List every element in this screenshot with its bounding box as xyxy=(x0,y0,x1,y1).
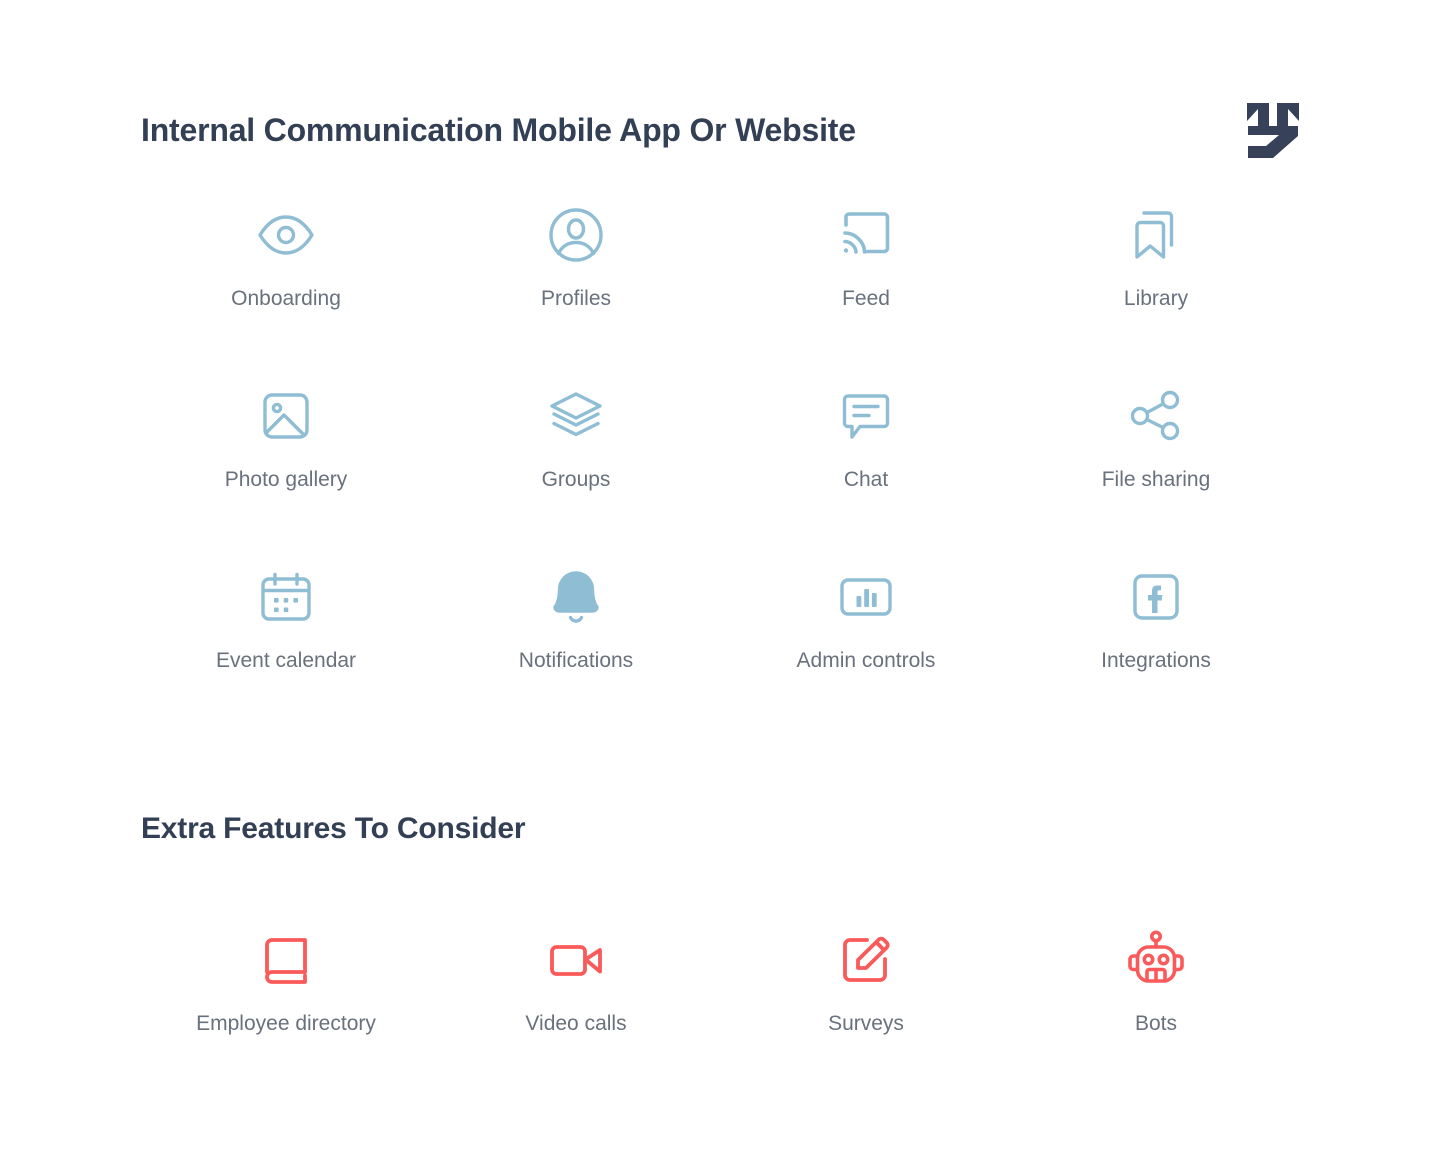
feature-label: Onboarding xyxy=(231,287,341,310)
layers-icon xyxy=(544,377,608,455)
feature-photo-gallery[interactable]: Photo gallery xyxy=(141,371,431,552)
eye-icon xyxy=(254,196,318,274)
feature-label: Library xyxy=(1123,287,1189,310)
feature-event-calendar[interactable]: Event calendar xyxy=(141,552,431,733)
feature-label: Profiles xyxy=(540,287,612,310)
core-features-grid: Onboarding Profiles Feed Library Photo g… xyxy=(141,190,1301,733)
bell-icon xyxy=(544,558,608,636)
share-nodes-icon xyxy=(1124,377,1188,455)
feature-label: Bots xyxy=(1134,1012,1178,1035)
book-icon xyxy=(254,921,318,999)
feature-label: Chat xyxy=(843,468,889,491)
feature-label: Video calls xyxy=(525,1012,627,1035)
bar-chart-icon xyxy=(834,558,898,636)
feature-video-calls[interactable]: Video calls xyxy=(431,915,721,1065)
feature-label: Event calendar xyxy=(215,649,357,672)
feature-label: Integrations xyxy=(1101,649,1211,672)
extra-features-heading: Extra Features To Consider xyxy=(141,812,526,845)
feature-label: Groups xyxy=(541,468,611,491)
video-camera-icon xyxy=(544,921,608,999)
core-features-section: Onboarding Profiles Feed Library Photo g… xyxy=(141,190,1301,733)
feature-surveys[interactable]: Surveys xyxy=(721,915,1011,1065)
ms-monogram-logo xyxy=(1247,103,1299,158)
feature-feed[interactable]: Feed xyxy=(721,190,1011,371)
feature-chat[interactable]: Chat xyxy=(721,371,1011,552)
speech-bubble-icon xyxy=(834,377,898,455)
image-icon xyxy=(254,377,318,455)
feature-integrations[interactable]: Integrations xyxy=(1011,552,1301,733)
extra-features-grid: Employee directory Video calls Surveys B… xyxy=(141,915,1301,1065)
edit-square-icon xyxy=(834,921,898,999)
feature-label: Employee directory xyxy=(196,1012,376,1035)
feature-notifications[interactable]: Notifications xyxy=(431,552,721,733)
page-header: Internal Communication Mobile App Or Web… xyxy=(141,100,1301,160)
feature-employee-directory[interactable]: Employee directory xyxy=(141,915,431,1065)
feature-label: Surveys xyxy=(828,1012,904,1035)
cast-screen-icon xyxy=(834,196,898,274)
feature-admin-controls[interactable]: Admin controls xyxy=(721,552,1011,733)
feature-label: Feed xyxy=(842,287,890,310)
facebook-square-icon xyxy=(1124,558,1188,636)
feature-groups[interactable]: Groups xyxy=(431,371,721,552)
feature-library[interactable]: Library xyxy=(1011,190,1301,371)
extra-features-section: Employee directory Video calls Surveys B… xyxy=(141,915,1301,1065)
feature-bots[interactable]: Bots xyxy=(1011,915,1301,1065)
feature-label: Notifications xyxy=(518,649,634,672)
feature-profiles[interactable]: Profiles xyxy=(431,190,721,371)
feature-file-sharing[interactable]: File sharing xyxy=(1011,371,1301,552)
robot-icon xyxy=(1124,921,1188,999)
feature-label: Admin controls xyxy=(796,649,936,672)
infographic-page: Internal Communication Mobile App Or Web… xyxy=(0,0,1440,1175)
bookmarks-icon xyxy=(1124,196,1188,274)
calendar-icon xyxy=(254,558,318,636)
user-circle-icon xyxy=(544,196,608,274)
feature-onboarding[interactable]: Onboarding xyxy=(141,190,431,371)
feature-label: File sharing xyxy=(1101,468,1211,491)
feature-label: Photo gallery xyxy=(224,468,348,491)
page-title: Internal Communication Mobile App Or Web… xyxy=(141,111,856,148)
